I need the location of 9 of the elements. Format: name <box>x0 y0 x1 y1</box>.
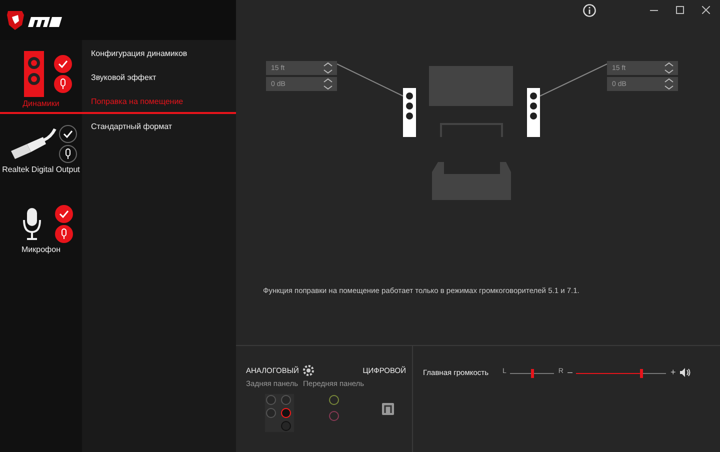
menu-item[interactable]: Конфигурация динамиков <box>82 47 236 71</box>
menu-item[interactable]: Стандартный формат <box>82 120 236 144</box>
device-name[interactable]: Микрофон <box>22 245 60 254</box>
device-name[interactable]: Realtek Digital Output <box>2 165 80 174</box>
menu-item[interactable]: Поправка на помещение <box>82 95 236 119</box>
minus-label[interactable]: – <box>567 368 572 377</box>
menu-item[interactable]: Звуковой эффект <box>82 71 236 95</box>
device-name[interactable]: Динамики <box>22 99 60 108</box>
plus-label[interactable]: + <box>670 368 676 377</box>
